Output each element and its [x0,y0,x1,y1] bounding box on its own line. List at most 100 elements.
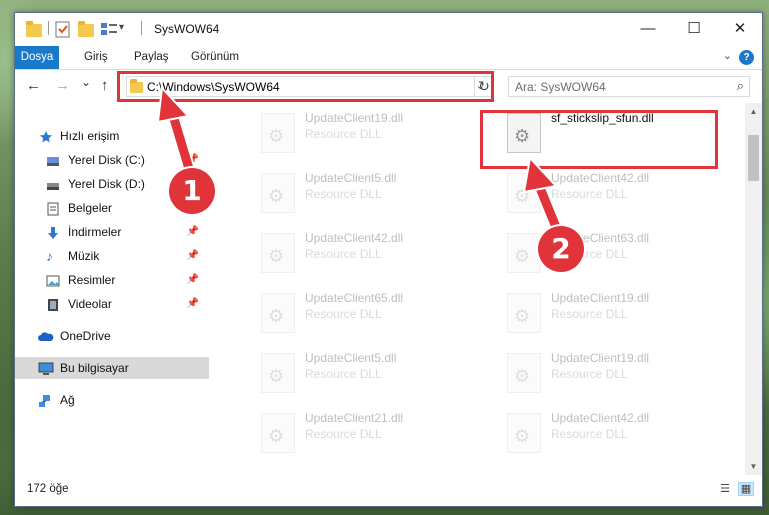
file-type: Resource DLL [305,247,382,261]
file-type: Resource DLL [305,367,382,381]
step-2-badge: 2 [538,226,584,272]
pin-icon: 📌 [186,226,199,237]
dll-file-icon [261,113,295,153]
sidebar-item-pictures[interactable]: Resimler 📌 [15,269,209,291]
file-type: Resource DLL [305,307,382,321]
tab-home[interactable]: Giriş [78,46,114,69]
scroll-down-icon[interactable]: ▼ [745,458,762,475]
toolbar-separator [48,21,49,35]
pictures-icon [46,273,60,287]
view-options-icon[interactable] [100,20,118,38]
file-type: Resource DLL [305,427,382,441]
sidebar-item-label: Resimler [68,273,116,287]
folder-icon [26,21,42,37]
sidebar-item-label: Belgeler [68,201,113,215]
sidebar-item-videos[interactable]: Videolar 📌 [15,293,209,315]
sidebar-item-quick-access[interactable]: Hızlı erişim [15,125,209,147]
file-item[interactable]: UpdateClient19.dll Resource DLL [235,107,475,161]
dll-file-icon [261,173,295,213]
dll-file-icon [507,353,541,393]
file-name: UpdateClient19.dll [305,111,404,125]
dll-file-icon [261,293,295,333]
pin-icon: 📌 [186,250,199,261]
back-button[interactable]: ← [26,77,41,94]
title-separator [141,21,142,35]
ribbon-expand-icon[interactable]: ⌄ [723,49,732,62]
file-item[interactable]: UpdateClient42.dll Resource DLL [235,227,475,281]
search-icon[interactable]: ⌕ [737,78,744,94]
address-bar-highlight [117,71,494,102]
new-folder-icon[interactable] [78,21,94,37]
tab-view[interactable]: Görünüm [185,46,245,69]
status-bar: 172 öğe ☰ ▦ [15,475,762,506]
documents-icon [46,201,60,216]
sidebar-item-label: Videolar [68,297,112,311]
dll-file-icon [507,293,541,333]
file-item[interactable]: UpdateClient5.dll Resource DLL [235,167,475,221]
sidebar-item-label: Yerel Disk (D:) [68,177,145,191]
scroll-up-icon[interactable]: ▲ [745,103,762,120]
star-icon [39,129,53,143]
close-button[interactable]: ✕ [717,13,763,46]
tab-file[interactable]: Dosya [15,46,59,69]
cloud-icon [38,329,54,343]
search-placeholder[interactable]: Ara: SysWOW64 [515,80,606,94]
sidebar-item-downloads[interactable]: İndirmeler 📌 [15,221,209,243]
vertical-scrollbar[interactable]: ▲ ▼ [745,103,762,475]
sidebar-item-label: Ağ [60,393,75,407]
help-icon[interactable]: ? [739,50,754,65]
forward-button[interactable]: → [55,77,70,94]
download-icon [46,225,60,239]
properties-icon[interactable] [55,20,71,38]
dll-file-icon [507,413,541,453]
sidebar-item-this-pc[interactable]: Bu bilgisayar [15,357,209,379]
file-type: Resource DLL [551,427,628,441]
dll-file-icon [507,173,541,213]
sidebar-item-network[interactable]: Ağ [15,389,209,411]
videos-icon [46,297,60,311]
file-type: Resource DLL [305,127,382,141]
large-icons-view-icon[interactable]: ▦ [738,482,754,496]
dll-file-icon [507,233,541,273]
pin-icon: 📌 [186,298,199,309]
sidebar-item-local-disk-c[interactable]: Yerel Disk (C:) 📌 [15,149,209,171]
sidebar-item-label: Yerel Disk (C:) [68,153,145,167]
file-item[interactable]: UpdateClient65.dll Resource DLL [235,287,475,341]
details-view-icon[interactable]: ☰ [718,483,732,495]
sidebar-item-label: Hızlı erişim [60,129,120,143]
search-box[interactable]: Ara: SysWOW64 ⌕ [508,76,750,97]
file-name: UpdateClient19.dll [551,291,650,305]
network-icon [38,393,52,407]
file-item[interactable]: UpdateClient42.dll Resource DLL [481,407,721,461]
sidebar-item-music[interactable]: ♪ Müzik 📌 [15,245,209,267]
customize-toolbar-icon[interactable]: ▾ [119,22,124,40]
sidebar-item-onedrive[interactable]: OneDrive [15,325,209,347]
up-button[interactable]: ↑ [101,77,109,94]
file-name: UpdateClient42.dll [551,411,650,425]
file-name: UpdateClient42.dll [551,171,650,185]
file-name: UpdateClient5.dll [305,351,397,365]
sidebar-item-label: Bu bilgisayar [60,361,129,375]
scrollbar-thumb[interactable] [748,135,759,181]
recent-locations-button[interactable]: ⌄ [81,75,91,89]
file-name: UpdateClient5.dll [305,171,397,185]
sidebar-item-label: İndirmeler [68,225,122,239]
navigation-pane: Hızlı erişim Yerel Disk (C:) 📌 Yerel Dis… [15,103,211,475]
file-item[interactable]: UpdateClient19.dll Resource DLL [481,287,721,341]
file-item[interactable]: UpdateClient19.dll Resource DLL [481,347,721,401]
step-1-badge: 1 [169,168,215,214]
file-item[interactable]: UpdateClient63.dllResource DLL [481,227,721,281]
pin-icon: 📌 [186,274,199,285]
file-item[interactable]: UpdateClient5.dll Resource DLL [235,347,475,401]
minimize-button[interactable]: — [625,13,671,46]
item-count: 172 öğe [27,483,69,495]
file-item[interactable]: UpdateClient42.dll Resource DLL [481,167,721,221]
tab-share[interactable]: Paylaş [128,46,175,69]
file-item[interactable]: UpdateClient21.dll Resource DLL [235,407,475,461]
dll-file-highlight [480,110,718,169]
file-name: UpdateClient65.dll [305,291,404,305]
maximize-button[interactable]: ☐ [671,13,717,46]
computer-icon [38,361,54,375]
sidebar-item-label: Müzik [68,249,100,263]
file-name: UpdateClient21.dll [305,411,404,425]
